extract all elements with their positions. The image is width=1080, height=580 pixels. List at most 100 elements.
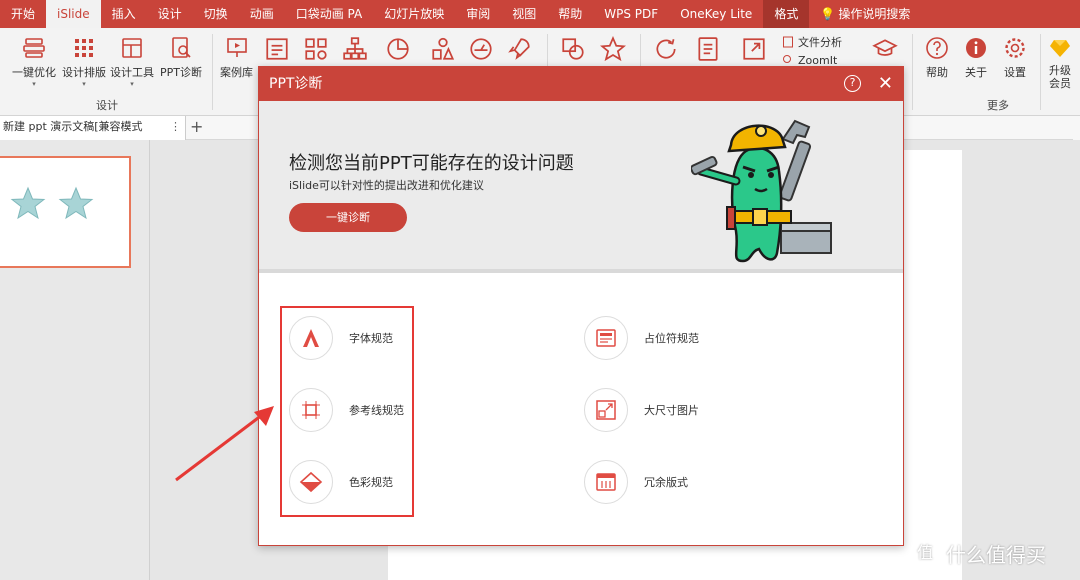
tab-view[interactable]: 视图 <box>501 0 547 28</box>
resize-icon[interactable] <box>741 36 767 62</box>
redundant-layout-item[interactable]: 冗余版式 <box>584 460 688 504</box>
grid-dots-icon <box>75 39 93 57</box>
zoomit-button[interactable]: ZoomIt <box>782 54 837 66</box>
dialog-title-bar: PPT诊断 ? ✕ <box>259 67 903 101</box>
slide-thumbnail-pane <box>0 140 150 580</box>
chevron-down-icon: ▾ <box>82 80 86 88</box>
tab-animations[interactable]: 动画 <box>239 0 285 28</box>
tab-home[interactable]: 开始 <box>0 0 46 28</box>
annotation-arrow-icon <box>175 406 274 482</box>
case-library-button[interactable]: 案例库 <box>220 36 253 80</box>
one-click-diagnose-button[interactable]: 一键诊断 <box>289 203 407 232</box>
watermark-logo-icon: 值 <box>910 538 940 568</box>
tab-design[interactable]: 设计 <box>147 0 193 28</box>
ribbon-divider <box>212 34 213 110</box>
large-image-icon <box>584 388 628 432</box>
redundant-layout-icon <box>584 460 628 504</box>
graduation-cap-icon[interactable] <box>872 36 898 62</box>
pie-chart-icon[interactable] <box>385 36 411 62</box>
file-analysis-label: 文件分析 <box>798 36 842 49</box>
info-circle-icon <box>966 38 986 58</box>
rocket-icon[interactable] <box>506 36 532 62</box>
upgrade-member-button[interactable]: 升级 会员 <box>1048 36 1072 90</box>
placeholder-icon <box>584 316 628 360</box>
group-label-more: 更多 <box>987 99 1009 112</box>
placeholder-standard-label: 占位符规范 <box>644 332 699 345</box>
tab-format[interactable]: 格式 <box>763 0 810 28</box>
stars-decoration <box>10 186 94 220</box>
design-tools-button[interactable]: 设计工具 ▾ <box>110 36 154 88</box>
help-label: 帮助 <box>926 66 948 79</box>
dashboard-icon[interactable] <box>468 36 494 62</box>
document-tab[interactable]: 新建 ppt 演示文稿[兼容模式 ⋮ <box>0 116 186 140</box>
question-circle-icon <box>926 37 948 59</box>
text-box-icon[interactable] <box>264 36 290 62</box>
shapes-icon[interactable] <box>430 36 456 62</box>
watermark-text: 什么值得买 <box>946 542 1046 567</box>
dialog-headline: 检测您当前PPT可能存在的设计问题 <box>289 153 574 174</box>
star-icon[interactable] <box>600 36 626 62</box>
rotate-arrow-icon[interactable] <box>653 36 679 62</box>
help-button[interactable]: 帮助 <box>925 36 949 80</box>
about-label: 关于 <box>965 66 987 79</box>
design-layout-label: 设计排版 <box>62 66 106 79</box>
lightbulb-icon: 💡 <box>820 7 836 21</box>
presentation-icon <box>226 38 247 57</box>
tell-me-search[interactable]: 💡 操作说明搜索 <box>809 0 921 28</box>
placeholder-standard-item[interactable]: 占位符规范 <box>584 316 699 360</box>
large-image-label: 大尺寸图片 <box>644 404 699 417</box>
replace-shapes-icon[interactable] <box>560 36 586 62</box>
tab-onekey-lite[interactable]: OneKey Lite <box>669 0 763 28</box>
upgrade-label-line2: 会员 <box>1049 77 1071 90</box>
tell-me-label: 操作说明搜索 <box>838 7 911 21</box>
ribbon-divider <box>1040 34 1041 110</box>
file-analysis-button[interactable]: 文件分析 <box>782 34 842 50</box>
tab-islide[interactable]: iSlide <box>46 0 101 28</box>
mascot-illustration <box>691 119 832 263</box>
window-layout-icon <box>122 38 142 58</box>
gear-icon <box>1005 38 1025 58</box>
document-search-icon <box>172 37 191 58</box>
design-layout-button[interactable]: 设计排版 ▾ <box>62 36 106 88</box>
case-library-label: 案例库 <box>220 66 253 79</box>
ppt-diagnosis-button[interactable]: PPT诊断 <box>160 36 202 80</box>
zoomit-label: ZoomIt <box>798 54 838 66</box>
shapes-grid-icon[interactable] <box>303 36 329 62</box>
layers-icon <box>23 38 45 58</box>
ribbon-divider <box>912 34 913 110</box>
one-click-optimize-label: 一键优化 <box>12 66 56 79</box>
magnifier-icon <box>783 55 791 63</box>
diamond-icon <box>1050 40 1070 57</box>
annotation-highlight-box <box>280 306 414 517</box>
chevron-down-icon: ▾ <box>130 80 134 88</box>
settings-label: 设置 <box>1004 66 1026 79</box>
large-image-item[interactable]: 大尺寸图片 <box>584 388 699 432</box>
tab-pocket-animation[interactable]: 口袋动画 PA <box>285 0 374 28</box>
tab-insert[interactable]: 插入 <box>101 0 147 28</box>
dialog-hero: 检测您当前PPT可能存在的设计问题 iSlide可以针对性的提出改进和优化建议 … <box>259 101 903 273</box>
redundant-layout-label: 冗余版式 <box>644 476 688 489</box>
dialog-subline: iSlide可以针对性的提出改进和优化建议 <box>289 179 484 192</box>
dialog-title: PPT诊断 <box>269 76 323 92</box>
new-tab-button[interactable]: + <box>190 117 203 136</box>
document-tab-title: 新建 ppt 演示文稿[兼容模式 <box>3 120 143 133</box>
design-tools-label: 设计工具 <box>110 66 154 79</box>
org-chart-icon[interactable] <box>342 36 368 62</box>
tab-wps-pdf[interactable]: WPS PDF <box>593 0 669 28</box>
tab-transitions[interactable]: 切换 <box>193 0 239 28</box>
about-button[interactable]: 关于 <box>964 36 988 80</box>
watermark: 值 什么值得买 <box>910 538 1046 568</box>
one-click-optimize-button[interactable]: 一键优化 ▾ <box>12 36 56 88</box>
slide-thumbnail[interactable] <box>0 156 131 268</box>
document-lines-icon[interactable] <box>695 36 721 62</box>
ppt-diagnosis-label: PPT诊断 <box>160 66 202 79</box>
chevron-down-icon: ▾ <box>32 80 36 88</box>
upgrade-label-line1: 升级 <box>1049 64 1071 77</box>
close-icon[interactable]: ✕ <box>878 67 893 101</box>
question-icon[interactable]: ? <box>844 75 861 92</box>
tab-slideshow[interactable]: 幻灯片放映 <box>373 0 455 28</box>
tab-help[interactable]: 帮助 <box>547 0 593 28</box>
tab-review[interactable]: 审阅 <box>455 0 501 28</box>
settings-button[interactable]: 设置 <box>1003 36 1027 80</box>
vertical-dots-icon[interactable]: ⋮ <box>170 116 181 138</box>
